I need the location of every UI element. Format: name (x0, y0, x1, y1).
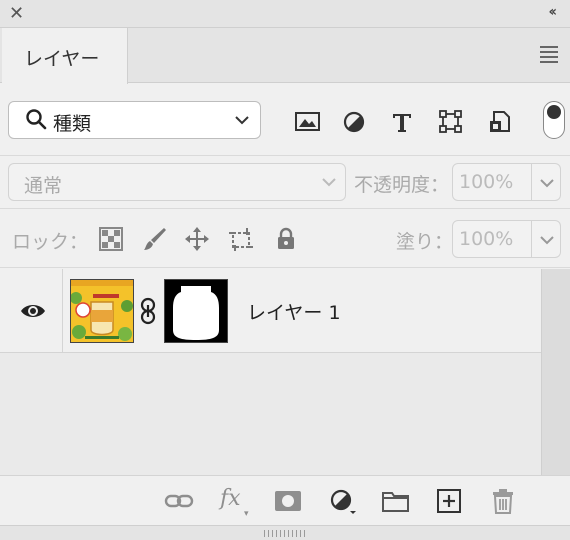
grip-lines (264, 530, 306, 537)
lock-position-icon[interactable] (184, 226, 210, 252)
fx-icon[interactable]: fx (220, 486, 241, 511)
chevron-down-icon (235, 116, 249, 125)
filter-row: 種類 (0, 84, 570, 154)
trash-icon[interactable] (488, 488, 518, 514)
tab-layers-label: レイヤー (24, 48, 100, 70)
hamburger-menu-icon[interactable] (540, 46, 558, 66)
opacity-label: 不透明度： (354, 174, 450, 196)
filter-kind-select[interactable]: 種類 (8, 101, 261, 139)
link-icon[interactable] (138, 297, 158, 325)
shape-filter-icon[interactable] (438, 110, 464, 134)
toggle-knob (547, 105, 561, 119)
adjustment-layer-icon[interactable] (328, 488, 358, 514)
layer-name: レイヤー 1 (247, 302, 341, 324)
chevron-down-icon (322, 178, 336, 187)
layer-thumbnail[interactable] (70, 279, 134, 343)
search-icon (26, 109, 47, 130)
lock-label: ロック： (12, 231, 89, 253)
group-folder-icon[interactable] (381, 488, 411, 514)
opacity-value: 100% (459, 171, 514, 193)
image-filter-icon[interactable] (295, 110, 321, 134)
fill-label: 塗り： (396, 231, 454, 253)
blend-row: 通常 不透明度： 100% (0, 155, 570, 207)
filter-kind-label: 種類 (53, 113, 92, 135)
eye-icon[interactable] (19, 301, 47, 321)
layer-mask-thumbnail[interactable] (164, 279, 228, 343)
lock-artboard-icon[interactable] (228, 226, 254, 252)
bottom-toolbar: fx ▾ (0, 475, 570, 525)
smart-object-filter-icon[interactable] (488, 110, 514, 134)
close-icon[interactable]: ✕ (9, 3, 24, 25)
link-layers-icon[interactable] (164, 488, 194, 514)
lock-image-pixels-icon[interactable] (142, 226, 168, 252)
layer-thumbnail-image (71, 280, 133, 342)
lock-transparent-pixels-icon[interactable] (98, 226, 124, 252)
lock-all-icon[interactable] (273, 226, 299, 252)
layers-list: レイヤー 1 (0, 269, 541, 475)
fx-dropdown-indicator: ▾ (244, 509, 249, 519)
collapse-panel-icon[interactable]: ‹‹ (548, 4, 556, 20)
add-mask-icon[interactable] (273, 488, 303, 514)
blend-mode-label: 通常 (24, 175, 63, 197)
fill-dropdown-button[interactable] (532, 220, 561, 258)
fill-input[interactable]: 100% (452, 220, 532, 258)
chevron-down-icon (540, 179, 554, 188)
panel-resize-grip[interactable] (0, 525, 570, 540)
layer-mask-image (165, 280, 227, 342)
fill-value: 100% (459, 228, 514, 250)
adjustment-filter-icon[interactable] (342, 110, 368, 134)
new-layer-icon[interactable] (434, 488, 464, 514)
filter-toggle[interactable] (543, 101, 565, 139)
lock-row: ロック： 塗り： 100% (0, 208, 570, 268)
panel-tabbar: レイヤー (0, 28, 570, 84)
layers-scrollbar[interactable] (541, 269, 570, 475)
tab-layers[interactable]: レイヤー (2, 28, 128, 84)
chevron-down-icon (540, 236, 554, 245)
blend-mode-select[interactable]: 通常 (8, 163, 346, 201)
opacity-input[interactable]: 100% (452, 163, 532, 201)
type-filter-icon[interactable] (390, 110, 416, 134)
panel-titlebar: ✕ ‹‹ (0, 0, 570, 28)
visibility-column (0, 269, 63, 353)
opacity-dropdown-button[interactable] (532, 163, 561, 201)
layer-row[interactable]: レイヤー 1 (0, 269, 541, 353)
